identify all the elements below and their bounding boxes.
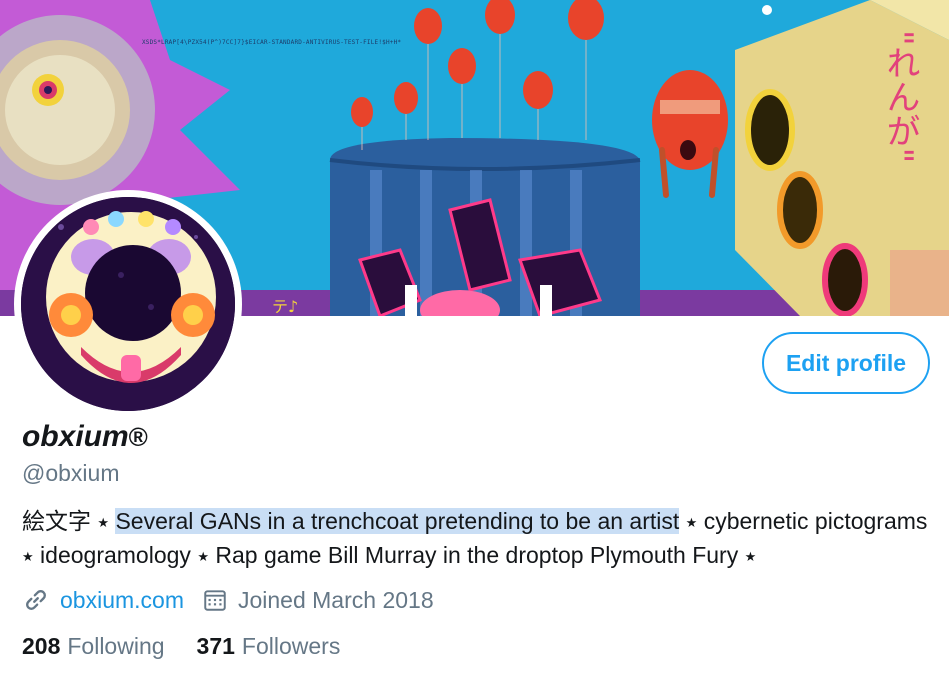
link-icon [26,590,46,610]
display-name-text: obxium [22,420,129,453]
profile-meta: obxium.com Joined March 2018 [22,584,434,616]
followers-count: 371 [196,632,235,659]
bio-text-pictograms: pictograms [814,508,928,534]
star-icon: ★ [685,514,698,530]
followers-label: Followers [241,632,341,659]
bio-text-ideogramology: ideogramology [40,541,191,568]
registered-mark: ® [128,422,148,452]
avatar-image [21,197,235,411]
profile-avatar[interactable] [14,190,242,418]
joined-date: Joined March 2018 [237,586,434,613]
banner-vertical-text: "れんが" [880,30,920,164]
banner-scrolling-text: XSDS*LRAP[4\PZX54(P^)7CC]7}$EICAR-STANDA… [142,39,402,46]
website-link[interactable]: obxium.com [60,587,184,614]
following-count: 208 [22,632,61,659]
svg-text:テ♪: テ♪ [272,297,298,316]
bio-text-cybernetic: cybernetic [703,508,809,534]
star-icon: ★ [197,548,209,564]
star-icon: ★ [22,548,34,564]
following-link[interactable]: 208 Following [22,633,165,660]
star-icon: ★ [97,514,110,530]
user-handle: @obxium [22,460,120,486]
display-name: obxium® [22,420,148,454]
bio-text-rap: Rap game Bill Murray in the droptop Plym… [215,541,739,568]
bio-highlighted-text: Several GANs in a trenchcoat pretending … [115,508,680,534]
star-icon: ★ [744,548,757,564]
follow-stats: 208 Following 371 Followers [22,631,340,661]
followers-link[interactable]: 371 Followers [197,633,341,660]
calendar-icon [204,590,226,611]
bio-kanji: 絵文字 [22,508,91,534]
profile-bio: 絵文字 ★ Several GANs in a trenchcoat prete… [22,505,937,573]
following-label: Following [67,632,165,659]
edit-profile-button[interactable]: Edit profile [762,332,930,394]
